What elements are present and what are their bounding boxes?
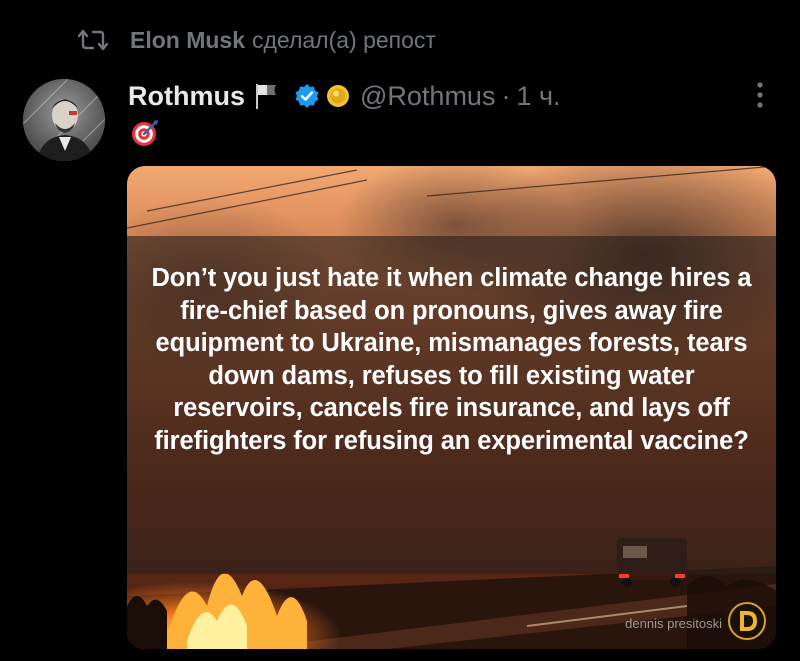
repost-icon bbox=[78, 29, 108, 51]
repost-indicator[interactable]: Elon Musk сделал(а) репост bbox=[78, 24, 436, 56]
avatar-image bbox=[23, 79, 105, 161]
more-vertical-icon[interactable] bbox=[746, 80, 774, 110]
direct-hit-emoji bbox=[132, 120, 158, 146]
watermark-text: dennis presitoski bbox=[625, 616, 722, 631]
author-name[interactable]: Rothmus bbox=[128, 81, 245, 112]
tweet-header: Rothmus @Rothmus · 1 ч. bbox=[128, 78, 561, 114]
flag-icon bbox=[256, 84, 276, 109]
post-timestamp[interactable]: 1 ч. bbox=[516, 81, 560, 112]
reposter-name[interactable]: Elon Musk bbox=[130, 27, 245, 54]
d-logo-icon bbox=[728, 602, 766, 640]
author-handle[interactable]: @Rothmus bbox=[360, 81, 495, 112]
verified-badge-icon[interactable] bbox=[294, 83, 320, 109]
repost-action-text: сделал(а) репост bbox=[252, 26, 436, 53]
tweet-view: Elon Musk сделал(а) репост Rothmus @Roth… bbox=[0, 0, 800, 661]
image-caption-text: Don’t you just hate it when climate chan… bbox=[151, 264, 752, 455]
coin-icon bbox=[327, 85, 349, 107]
avatar[interactable] bbox=[23, 79, 105, 161]
separator-dot: · bbox=[501, 80, 511, 111]
post-image[interactable]: Don’t you just hate it when climate chan… bbox=[127, 166, 776, 649]
